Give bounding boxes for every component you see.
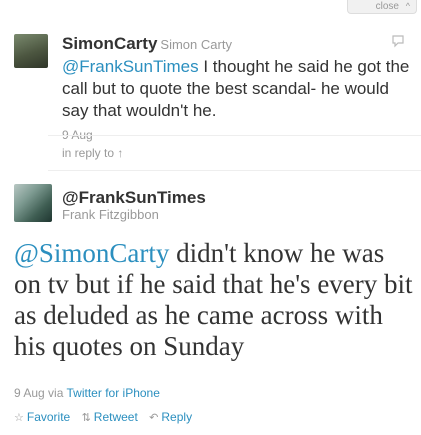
avatar[interactable] [14, 184, 52, 222]
close-label: close [375, 1, 399, 12]
in-reply-to[interactable]: in reply to ↑ [62, 146, 123, 160]
reply-label: Reply [161, 410, 193, 424]
mention-link[interactable]: @SimonCarty [14, 238, 169, 268]
chevron-up-icon: ^ [405, 1, 410, 11]
retweet-button[interactable]: ⇅ Retweet [82, 410, 138, 424]
via-label: via [48, 386, 64, 400]
divider [48, 170, 421, 171]
author-handle: Simon Carty [160, 37, 232, 52]
tweet-date[interactable]: 9 Aug [14, 386, 45, 400]
tweet-actions: ☆ Favorite ⇅ Retweet ↶ Reply [14, 410, 200, 424]
avatar[interactable] [14, 34, 48, 68]
retweet-icon: ⇅ [81, 412, 91, 424]
author-name[interactable]: @FrankSunTimes [62, 188, 206, 208]
parent-tweet: SimonCarty Simon Carty @FrankSunTimes I t… [14, 34, 411, 142]
favorite-label: Favorite [26, 410, 71, 424]
reply-icon: ↶ [149, 412, 159, 424]
divider [48, 135, 421, 136]
tweet-meta: 9 Aug via Twitter for iPhone [14, 386, 160, 400]
tweet-text: @SimonCarty didn't know he was on tv but… [14, 238, 414, 362]
tweet-text: @FrankSunTimes I thought he said he got … [62, 56, 412, 122]
up-arrow-icon: ↑ [117, 146, 124, 160]
author-handle: Frank Fitzgibbon [62, 207, 159, 222]
author-name[interactable]: SimonCarty [62, 34, 157, 53]
mention-link[interactable]: @FrankSunTimes [62, 57, 199, 76]
in-reply-label: in reply to [62, 146, 115, 160]
close-tab[interactable]: close ^ [347, 0, 417, 14]
reply-button[interactable]: ↶ Reply [149, 410, 192, 424]
comment-icon[interactable] [391, 34, 405, 48]
retweet-label: Retweet [93, 410, 138, 424]
source-link[interactable]: Twitter for iPhone [67, 386, 160, 400]
favorite-button[interactable]: ☆ Favorite [14, 410, 70, 424]
star-icon: ☆ [14, 412, 24, 424]
